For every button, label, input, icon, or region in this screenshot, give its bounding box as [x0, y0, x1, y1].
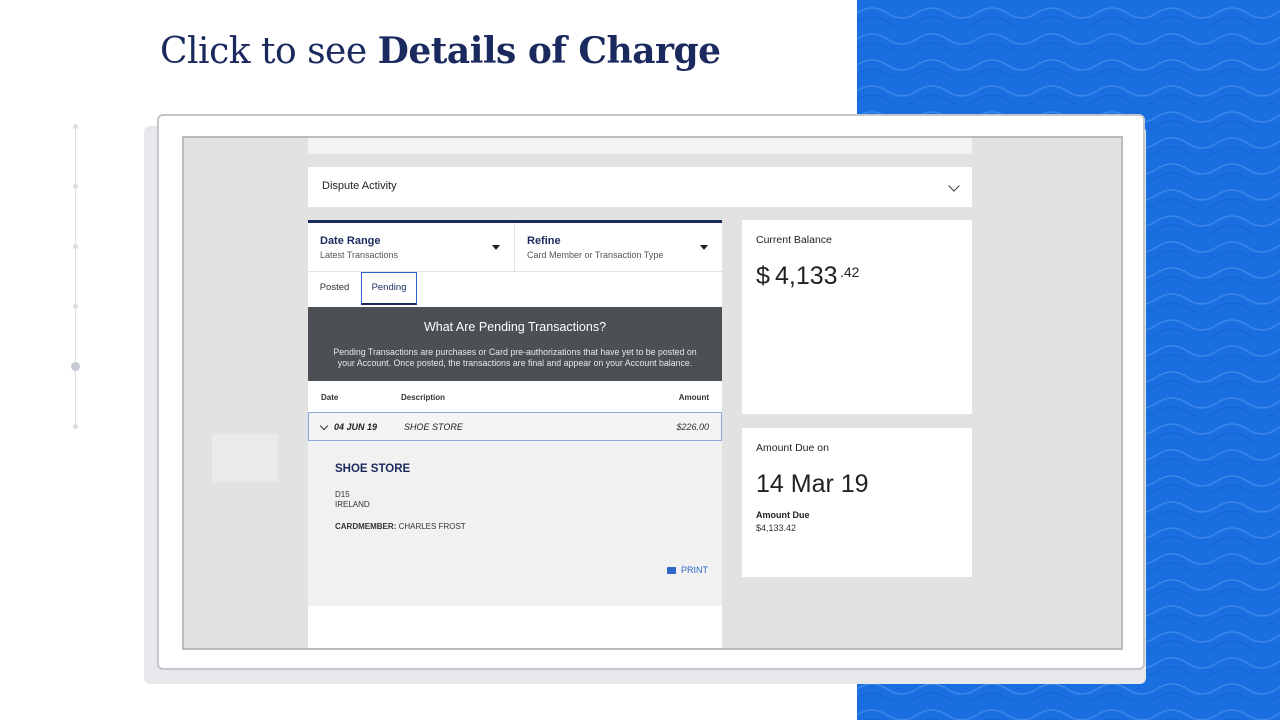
amount-due-label: Amount Due: [756, 510, 810, 520]
cardmember-info: CARDMEMBER: CHARLES FROST: [335, 522, 466, 531]
filter-value: Latest Transactions: [320, 250, 399, 260]
balance-label: Current Balance: [756, 234, 832, 246]
progress-step-current[interactable]: [71, 362, 80, 371]
filter-title: Date Range: [320, 235, 381, 247]
title-light: Click to see: [160, 31, 367, 72]
print-label: PRINT: [681, 565, 708, 575]
balance-cents: .42: [840, 264, 860, 280]
progress-step[interactable]: [73, 424, 78, 429]
pending-info-banner: What Are Pending Transactions? Pending T…: [308, 307, 722, 381]
table-row[interactable]: 04 JUN 19 SHOE STORE $226.00: [308, 412, 722, 441]
progress-step[interactable]: [73, 304, 78, 309]
cardmember-label: CARDMEMBER:: [335, 522, 397, 531]
tab-posted[interactable]: Posted: [308, 272, 361, 305]
row-description: SHOE STORE: [404, 422, 463, 432]
currency-symbol: $: [756, 262, 770, 290]
merchant-address: D15 IRELAND: [335, 490, 370, 510]
caret-down-icon[interactable]: [492, 245, 500, 250]
title-bold: Details of Charge: [377, 30, 721, 72]
printer-icon: [667, 567, 676, 574]
date-range-filter[interactable]: Date Range Latest Transactions: [308, 223, 515, 272]
transactions-panel: Date Range Latest Transactions Refine Ca…: [308, 220, 722, 648]
filter-value: Card Member or Transaction Type: [527, 250, 664, 260]
charge-details: SHOE STORE D15 IRELAND CARDMEMBER: CHARL…: [308, 441, 722, 606]
screenshot-area: Dispute Activity Date Range Latest Trans…: [182, 136, 1123, 650]
page-title: Click to see Details of Charge: [160, 30, 721, 72]
caret-down-icon[interactable]: [700, 245, 708, 250]
row-amount: $226.00: [676, 422, 709, 432]
side-panel: [212, 434, 278, 482]
amount-due-value: $4,133.42: [756, 523, 797, 533]
chevron-down-icon[interactable]: [948, 180, 960, 192]
column-header-description: Description: [401, 393, 446, 402]
progress-track: [75, 126, 76, 426]
progress-step[interactable]: [73, 124, 78, 129]
progress-step[interactable]: [73, 184, 78, 189]
refine-filter[interactable]: Refine Card Member or Transaction Type: [515, 223, 722, 272]
current-balance-card: Current Balance $ 4,133 .42: [742, 220, 972, 414]
progress-step[interactable]: [73, 244, 78, 249]
amount-due-card: Amount Due on 14 Mar 19 Amount Due $4,13…: [742, 428, 972, 577]
info-text: Pending Transactions are purchases or Ca…: [333, 347, 697, 368]
dispute-label: Dispute Activity: [322, 180, 397, 192]
address-line-2: IRELAND: [335, 500, 370, 509]
cardmember-name: CHARLES FROST: [398, 522, 466, 531]
info-title: What Are Pending Transactions?: [423, 320, 607, 334]
balance-amount: 4,133: [775, 262, 838, 290]
column-header-amount: Amount: [678, 393, 709, 402]
top-strip: [308, 138, 972, 154]
filter-title: Refine: [527, 235, 561, 247]
column-header-date: Date: [321, 393, 339, 402]
tab-pending[interactable]: Pending: [361, 272, 417, 305]
address-line-1: D15: [335, 490, 350, 499]
row-date: 04 JUN 19: [334, 422, 378, 432]
merchant-name: SHOE STORE: [335, 463, 411, 475]
dispute-activity-bar[interactable]: Dispute Activity: [308, 167, 972, 207]
due-label: Amount Due on: [756, 442, 829, 454]
due-date: 14 Mar 19: [756, 470, 869, 498]
chevron-down-icon[interactable]: [319, 421, 329, 431]
print-button[interactable]: PRINT: [667, 565, 708, 575]
